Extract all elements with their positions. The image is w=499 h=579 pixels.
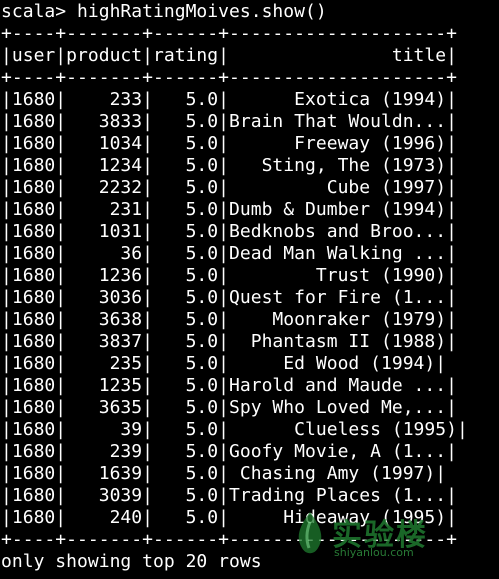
- table-row: |1680| 3833| 5.0|Brain That Wouldn...|: [1, 111, 457, 132]
- table-row: |1680| 235| 5.0| Ed Wood (1994)|: [1, 353, 447, 374]
- command-prompt-line: scala> highRatingMoives.show(): [1, 1, 327, 22]
- table-row: |1680| 1639| 5.0| Chasing Amy (1997)|: [1, 463, 447, 484]
- table-border-mid: +----+-------+------+-------------------…: [1, 67, 457, 88]
- table-row: |1680| 1236| 5.0| Trust (1990)|: [1, 265, 457, 286]
- table-row: |1680| 231| 5.0|Dumb & Dumber (1994)|: [1, 199, 457, 220]
- table-header-row: |user|product|rating| title|: [1, 45, 457, 66]
- shiyanlou-watermark: 实验楼 shiyanlou.com: [290, 508, 460, 564]
- table-row: |1680| 3635| 5.0|Spy Who Loved Me,...|: [1, 397, 457, 418]
- table-row: |1680| 36| 5.0|Dead Man Walking ...|: [1, 243, 457, 264]
- table-row: |1680| 1034| 5.0| Freeway (1996)|: [1, 133, 457, 154]
- table-row: |1680| 1235| 5.0|Harold and Maude ...|: [1, 375, 457, 396]
- table-border-top: +----+-------+------+-------------------…: [1, 23, 457, 44]
- table-row: |1680| 3837| 5.0| Phantasm II (1988)|: [1, 331, 457, 352]
- terminal-window[interactable]: scala> highRatingMoives.show() +----+---…: [1, 1, 498, 579]
- leaf-drop-icon: [298, 512, 322, 554]
- table-row: |1680| 3638| 5.0| Moonraker (1979)|: [1, 309, 457, 330]
- table-row: |1680| 2232| 5.0| Cube (1997)|: [1, 177, 457, 198]
- table-row: |1680| 39| 5.0| Clueless (1995)|: [1, 419, 468, 440]
- table-row: |1680| 239| 5.0|Goofy Movie, A (1...|: [1, 441, 457, 462]
- table-row: |1680| 3039| 5.0|Trading Places (1...|: [1, 485, 457, 506]
- table-row: |1680| 233| 5.0| Exotica (1994)|: [1, 89, 457, 110]
- table-row: |1680| 3036| 5.0|Quest for Fire (1...|: [1, 287, 457, 308]
- watermark-url-text: shiyanlou.com: [334, 546, 414, 559]
- table-row: |1680| 1031| 5.0|Bedknobs and Broo...|: [1, 221, 457, 242]
- table-row: |1680| 1234| 5.0| Sting, The (1973)|: [1, 155, 457, 176]
